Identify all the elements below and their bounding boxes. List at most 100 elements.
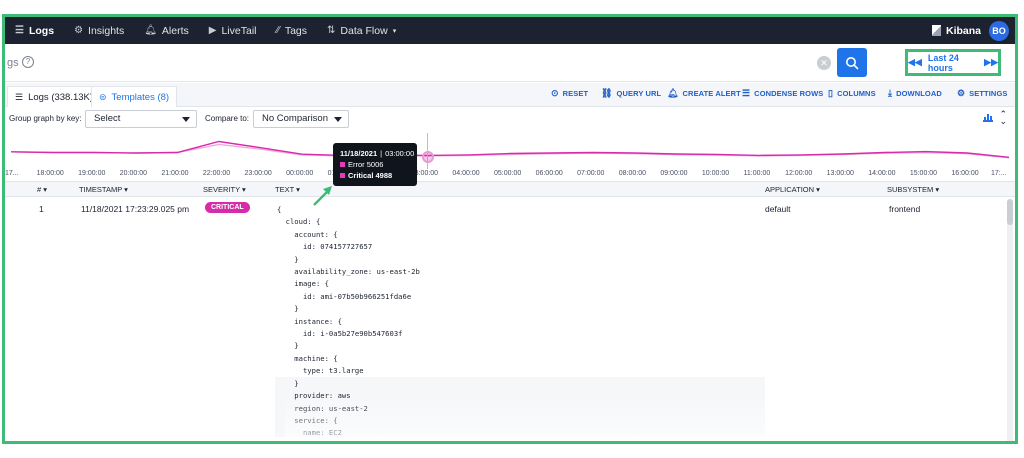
col-severity-header[interactable]: SEVERITY ▾ — [203, 185, 246, 194]
columns-icon: ▯ — [828, 88, 834, 98]
time-tick: 22:00:00 — [202, 170, 231, 177]
kibana-link[interactable]: Kibana — [931, 17, 981, 44]
row-timestamp: 11/18/2021 17:23:29.025 pm — [81, 204, 190, 214]
compare-to-value: No Comparison — [262, 113, 328, 124]
compare-to-label: Compare to: — [205, 114, 250, 123]
tab-toolbar-row: ☰ Logs (338.13K) ⊜ Templates (8) ⊙ RESET… — [5, 83, 1015, 107]
bell-icon: 🔔︎ — [144, 25, 157, 36]
tooltip-error: Error 5006 — [348, 160, 384, 169]
nav-insights-label: Insights — [88, 24, 125, 37]
time-range-label: Last 24 hours — [927, 52, 959, 73]
nav-livetail-label: LiveTail — [221, 24, 257, 37]
col-application-header[interactable]: APPLICATION ▾ — [765, 185, 820, 194]
col-timestamp-header[interactable]: TIMESTAMP ▾ — [79, 185, 128, 194]
bar-chart-icon[interactable] — [983, 114, 993, 122]
query-url-label: QUERY URL — [616, 89, 662, 98]
group-by-select[interactable]: Select — [85, 110, 197, 128]
col-num-header[interactable]: # ▾ — [37, 185, 47, 194]
app-frame: ☰ Logs ⚙ Insights 🔔︎ Alerts ▶ LiveTail ⁄… — [2, 14, 1018, 444]
table-scrollbar[interactable] — [1007, 199, 1013, 441]
time-tick: 13:00:00 — [826, 170, 854, 177]
time-tick: 23:00:00 — [244, 170, 272, 177]
tab-templates[interactable]: ⊜ Templates (8) — [91, 86, 178, 107]
settings-label: SETTINGS — [969, 89, 1008, 98]
error-series-swatch — [340, 162, 345, 167]
bell-icon: 🔔︎ — [667, 88, 679, 98]
tooltip-time: 03:00:00 — [385, 149, 415, 158]
col-text-header[interactable]: TEXT ▾ — [275, 185, 300, 194]
condense-rows-label: CONDENSE ROWS — [754, 89, 824, 98]
text-fade — [285, 397, 765, 441]
nav-tags[interactable]: ⁄⁄ Tags — [267, 17, 318, 44]
group-by-label: Group graph by key: — [9, 114, 82, 123]
time-tick: 08:00:00 — [618, 170, 646, 177]
nav-logs[interactable]: ☰ Logs — [5, 17, 64, 44]
reset-label: RESET — [562, 89, 589, 98]
tooltip-critical: Critical 4988 — [348, 171, 393, 180]
group-by-value: Select — [94, 113, 121, 124]
time-tick: 12:00:00 — [785, 170, 813, 177]
critical-series-swatch — [340, 173, 345, 178]
next-range-icon[interactable]: ▶▶ — [984, 57, 998, 68]
clear-search-icon[interactable]: ✕ — [817, 56, 831, 70]
expand-collapse-icon[interactable]: ⌃ ⌄ — [999, 110, 1007, 126]
settings-button[interactable]: ⚙ SETTINGS — [957, 88, 1007, 99]
download-button[interactable]: ⤓ DOWNLOAD — [888, 88, 942, 99]
time-range-picker[interactable]: ◀◀ Last 24 hours ▶▶ — [905, 49, 1001, 76]
tags-icon: ⁄⁄ — [276, 25, 280, 36]
table-row[interactable]: 1 11/18/2021 17:23:29.025 pm CRITICAL { … — [5, 197, 1005, 441]
chevron-down-icon — [334, 117, 342, 122]
compare-to-select[interactable]: No Comparison — [253, 110, 349, 128]
columns-label: COLUMNS — [837, 89, 876, 98]
time-tick: 14:00:00 — [868, 170, 896, 177]
nav-data-flow-label: Data Flow — [340, 24, 388, 37]
chevron-down-icon — [182, 117, 190, 122]
row-subsystem: frontend — [889, 204, 921, 214]
time-tick: 05:00:00 — [494, 170, 522, 177]
help-icon[interactable]: ? — [22, 56, 34, 68]
prev-range-icon[interactable]: ◀◀ — [908, 57, 922, 68]
nav-tags-label: Tags — [284, 24, 308, 37]
time-tick: 21:00:00 — [161, 170, 189, 177]
query-url-button[interactable]: ⛓ QUERY URL — [601, 88, 661, 99]
col-subsystem-header[interactable]: SUBSYSTEM ▾ — [887, 185, 939, 194]
kibana-icon — [931, 25, 941, 36]
condense-rows-button[interactable]: ☰ CONDENSE ROWS — [742, 88, 823, 99]
columns-button[interactable]: ▯ COLUMNS — [828, 88, 876, 99]
link-icon: ⛓ — [601, 88, 613, 98]
time-tick: 20:00:00 — [119, 170, 147, 177]
create-alert-label: CREATE ALERT — [682, 89, 741, 98]
time-tick: 04:00:00 — [452, 170, 480, 177]
nav-insights[interactable]: ⚙ Insights — [64, 17, 134, 44]
severity-badge: CRITICAL — [205, 202, 250, 213]
time-tick: 17:... — [991, 170, 1007, 177]
log-volume-chart[interactable] — [5, 131, 1015, 169]
chart-series-line-1 — [10, 143, 1010, 159]
data-flow-icon: ⇅ — [327, 25, 336, 36]
avatar[interactable]: BO — [989, 21, 1009, 41]
chevron-down-icon: ▾ — [392, 27, 397, 35]
scrollbar-thumb[interactable] — [1007, 199, 1013, 225]
nav-livetail[interactable]: ▶ LiveTail — [199, 17, 267, 44]
nav-data-flow[interactable]: ⇅ Data Flow ▾ — [317, 17, 406, 44]
search-icon — [846, 57, 859, 70]
top-nav: ☰ Logs ⚙ Insights 🔔︎ Alerts ▶ LiveTail ⁄… — [5, 17, 1015, 44]
row-application: default — [765, 204, 791, 214]
tab-templates-label: Templates (8) — [111, 91, 170, 103]
annotation-arrow — [313, 186, 332, 206]
tab-logs[interactable]: ☰ Logs (338.13K) — [7, 86, 102, 107]
table-header: # ▾ TIMESTAMP ▾ SEVERITY ▾ TEXT ▾ APPLIC… — [5, 181, 1015, 197]
tab-logs-label: Logs (338.13K) — [28, 91, 94, 103]
time-tick: 19:00:00 — [78, 170, 106, 177]
search-input[interactable] — [5, 50, 835, 76]
chart-hover-marker — [422, 151, 434, 163]
rows-icon: ☰ — [742, 88, 751, 98]
create-alert-button[interactable]: 🔔︎ CREATE ALERT — [667, 88, 741, 99]
nav-alerts-label: Alerts — [161, 24, 189, 37]
reset-button[interactable]: ⊙ RESET — [551, 88, 588, 99]
time-tick: 10:00:00 — [701, 170, 730, 177]
download-label: DOWNLOAD — [896, 89, 942, 98]
nav-alerts[interactable]: 🔔︎ Alerts — [134, 17, 199, 44]
time-tick: 17... — [5, 170, 19, 177]
search-button[interactable] — [837, 48, 867, 77]
